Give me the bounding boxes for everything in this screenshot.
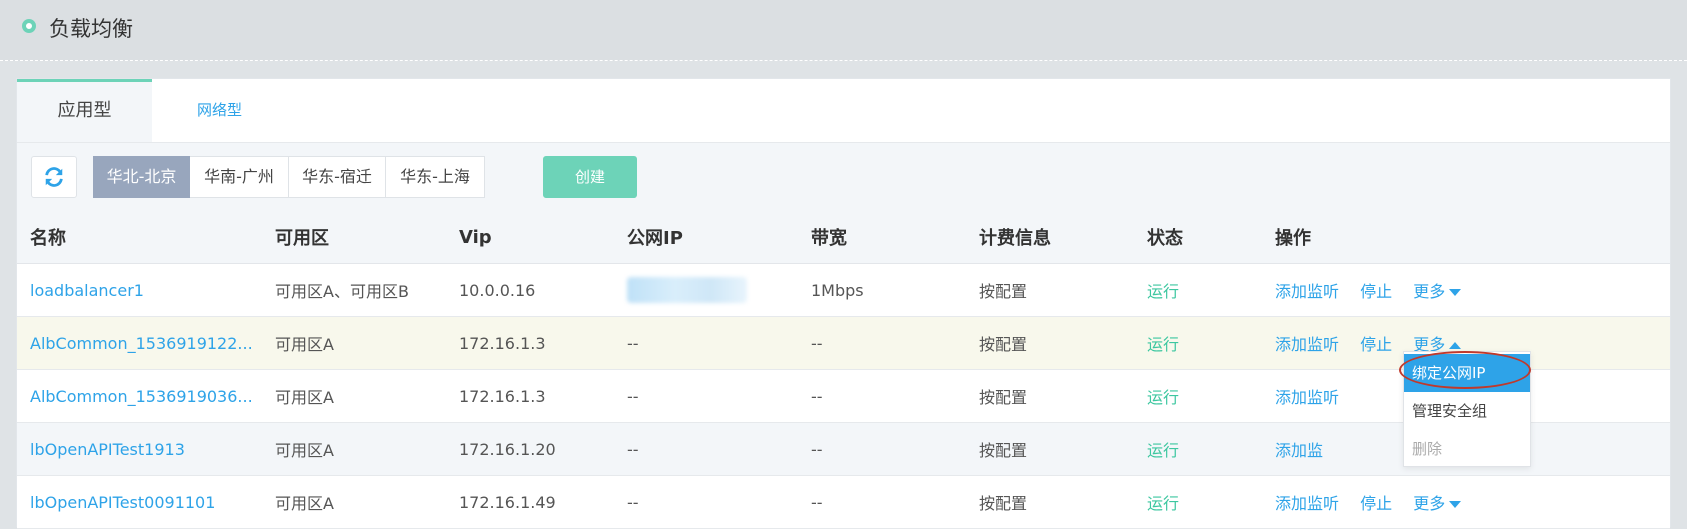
- vip-cell: 10.0.0.16: [446, 263, 614, 317]
- region-guangzhou[interactable]: 华南-广州: [190, 156, 289, 198]
- tab-network[interactable]: 网络型: [152, 79, 287, 142]
- stop-link[interactable]: 停止: [1360, 335, 1392, 354]
- zone-cell: 可用区A: [262, 422, 446, 476]
- col-header-vip: Vip: [446, 211, 614, 264]
- region-suqian[interactable]: 华东-宿迁: [289, 156, 386, 198]
- table-row: loadbalancer1 可用区A、可用区B 10.0.0.16 1Mbps …: [17, 263, 1670, 317]
- more-link[interactable]: 更多: [1413, 282, 1462, 301]
- vip-cell: 172.16.1.20: [446, 422, 614, 476]
- zone-cell: 可用区A: [262, 369, 446, 423]
- status-badge: 运行: [1147, 388, 1180, 407]
- chevron-down-icon: [1449, 289, 1462, 296]
- bandwidth-cell: 1Mbps: [798, 263, 966, 317]
- refresh-icon: [45, 167, 63, 187]
- lb-name-link[interactable]: lbOpenAPITest0091101: [30, 493, 215, 512]
- region-selector: 华北-北京 华南-广州 华东-宿迁 华东-上海: [93, 156, 485, 198]
- page-title: 负载均衡: [49, 17, 133, 41]
- menu-item-bind-public-ip[interactable]: 绑定公网IP: [1404, 354, 1530, 392]
- add-listener-link[interactable]: 添加监听: [1275, 494, 1339, 513]
- billing-cell: 按配置: [966, 475, 1134, 529]
- chevron-up-icon: [1449, 342, 1462, 349]
- refresh-button[interactable]: [31, 156, 77, 198]
- lb-name-link[interactable]: lbOpenAPITest1913: [30, 440, 185, 459]
- more-label: 更多: [1413, 282, 1446, 301]
- zone-cell: 可用区A、可用区B: [262, 263, 446, 317]
- billing-cell: 按配置: [966, 263, 1134, 317]
- vip-cell: 172.16.1.3: [446, 316, 614, 370]
- vip-cell: 172.16.1.49: [446, 475, 614, 529]
- menu-item-manage-security-group[interactable]: 管理安全组: [1404, 392, 1530, 430]
- tab-bar: 应用型 网络型: [17, 79, 1670, 143]
- more-link[interactable]: 更多: [1413, 494, 1462, 513]
- table-row: lbOpenAPITest0091101 可用区A 172.16.1.49 --…: [17, 475, 1670, 529]
- public-ip-cell: [614, 263, 798, 317]
- add-listener-link[interactable]: 添加监听: [1275, 282, 1339, 301]
- billing-cell: 按配置: [966, 316, 1134, 370]
- chevron-down-icon: [1449, 501, 1462, 508]
- more-label: 更多: [1413, 494, 1446, 513]
- status-badge: 运行: [1147, 441, 1180, 460]
- lb-name-link[interactable]: loadbalancer1: [30, 281, 144, 300]
- public-ip-cell: --: [614, 316, 798, 370]
- region-shanghai[interactable]: 华东-上海: [386, 156, 485, 198]
- stop-link[interactable]: 停止: [1360, 282, 1392, 301]
- table-header-row: 名称 可用区 Vip 公网IP 带宽 计费信息 状态 操作: [17, 211, 1670, 264]
- status-badge: 运行: [1147, 335, 1180, 354]
- billing-cell: 按配置: [966, 369, 1134, 423]
- add-listener-link[interactable]: 添加监: [1275, 441, 1323, 460]
- status-badge: 运行: [1147, 494, 1180, 513]
- region-beijing[interactable]: 华北-北京: [93, 156, 190, 198]
- public-ip-cell: --: [614, 369, 798, 423]
- col-header-status: 状态: [1134, 211, 1262, 264]
- vip-cell: 172.16.1.3: [446, 369, 614, 423]
- public-ip-cell: --: [614, 422, 798, 476]
- create-button[interactable]: 创建: [543, 156, 637, 198]
- redacted-ip: [627, 277, 747, 303]
- lb-name-link[interactable]: AlbCommon_1536919122...: [30, 334, 253, 353]
- more-actions-menu: 绑定公网IP 管理安全组 删除: [1403, 351, 1531, 467]
- public-ip-cell: --: [614, 475, 798, 529]
- zone-cell: 可用区A: [262, 316, 446, 370]
- menu-item-delete[interactable]: 删除: [1404, 430, 1530, 468]
- status-badge: 运行: [1147, 282, 1180, 301]
- page-title-dot-icon: [22, 19, 36, 33]
- add-listener-link[interactable]: 添加监听: [1275, 388, 1339, 407]
- stop-link[interactable]: 停止: [1360, 494, 1392, 513]
- col-header-zone: 可用区: [262, 211, 446, 264]
- bandwidth-cell: --: [798, 369, 966, 423]
- tab-application[interactable]: 应用型: [17, 79, 152, 142]
- bandwidth-cell: --: [798, 475, 966, 529]
- col-header-bandwidth: 带宽: [798, 211, 966, 264]
- lb-name-link[interactable]: AlbCommon_1536919036...: [30, 387, 253, 406]
- billing-cell: 按配置: [966, 422, 1134, 476]
- col-header-actions: 操作: [1262, 211, 1670, 264]
- add-listener-link[interactable]: 添加监听: [1275, 335, 1339, 354]
- col-header-billing: 计费信息: [966, 211, 1134, 264]
- col-header-name: 名称: [17, 211, 262, 264]
- page-header: 负载均衡: [0, 0, 1687, 61]
- zone-cell: 可用区A: [262, 475, 446, 529]
- bandwidth-cell: --: [798, 316, 966, 370]
- bandwidth-cell: --: [798, 422, 966, 476]
- col-header-public-ip: 公网IP: [614, 211, 798, 264]
